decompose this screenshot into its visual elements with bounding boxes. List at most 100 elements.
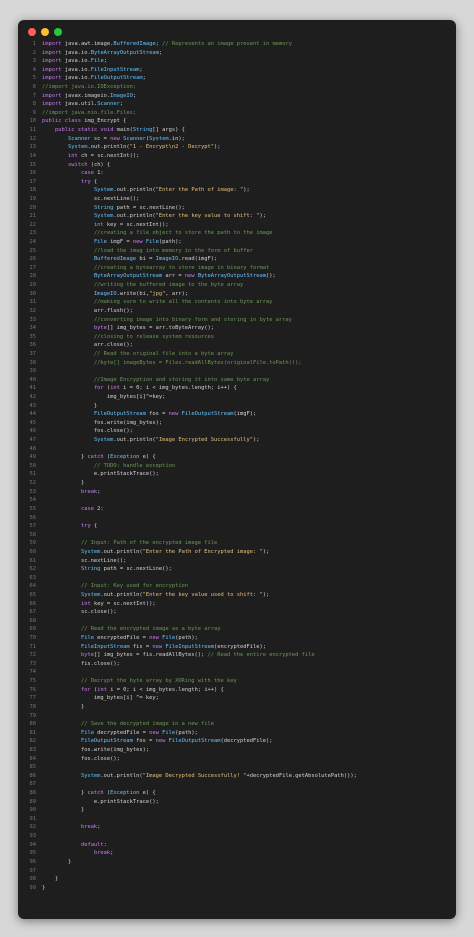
code-line: 98 } xyxy=(18,875,456,884)
line-number: 61 xyxy=(29,557,37,564)
line-number: 86 xyxy=(29,772,37,779)
line-number: 90 xyxy=(29,807,37,814)
code-line: 50 // TODO: handle exception xyxy=(18,462,456,471)
line-number: 34 xyxy=(29,325,37,332)
line-number: 66 xyxy=(29,600,37,607)
code-line: 68 xyxy=(18,617,456,626)
line-text: import javax.imageio.ImageIO; xyxy=(42,92,137,99)
line-number: 51 xyxy=(29,471,37,478)
code-line: 19 sc.nextLine(); xyxy=(18,195,456,204)
minimize-icon[interactable] xyxy=(41,28,49,36)
line-number: 19 xyxy=(29,195,37,202)
code-line: 78 } xyxy=(18,703,456,712)
line-text: sc.close(); xyxy=(42,609,117,616)
line-number: 27 xyxy=(29,264,37,271)
line-number: 79 xyxy=(29,712,37,719)
code-line: 65 System.out.println("Enter the key val… xyxy=(18,591,456,600)
line-text: import java.io.FileOutputStream; xyxy=(42,75,146,82)
line-text: FileOutputStream fos = new FileOutputStr… xyxy=(93,411,257,418)
close-icon[interactable] xyxy=(28,28,36,36)
code-line: 67 sc.close(); xyxy=(18,608,456,617)
line-number: 54 xyxy=(29,497,37,504)
line-text: case 2: xyxy=(80,505,104,512)
line-number: 52 xyxy=(29,480,37,487)
line-text: fos.close(); xyxy=(42,428,133,435)
code-line: 85 xyxy=(18,763,456,772)
line-text: } catch (Exception e) { xyxy=(42,790,156,797)
code-line: 18 System.out.println("Enter the Path of… xyxy=(18,186,456,195)
line-text: Scanner sc = new Scanner(System.in); xyxy=(67,135,185,142)
code-line: 42 img_bytes[i]^=key; xyxy=(18,393,456,402)
line-text: arr.close(); xyxy=(42,342,133,349)
line-number: 83 xyxy=(29,746,37,753)
code-line: 48 xyxy=(18,445,456,454)
line-text: FileInputStream fis = new FileInputStrea… xyxy=(80,643,266,650)
line-text: String path = sc.nextLine(); xyxy=(93,204,185,211)
line-number: 2 xyxy=(32,49,36,56)
code-editor[interactable]: 1 import java.awt.image.BufferedImage; //… xyxy=(18,40,456,919)
code-line: 11 public static void main(String[] args… xyxy=(18,126,456,135)
line-text: public class img_Encrypt { xyxy=(42,118,127,125)
line-number: 91 xyxy=(29,815,37,822)
code-window: 1 import java.awt.image.BufferedImage; //… xyxy=(18,20,456,919)
code-line: 84 fos.close(); xyxy=(18,755,456,764)
maximize-icon[interactable] xyxy=(54,28,62,36)
line-text: //creating a bytearray to store image in… xyxy=(93,264,270,271)
line-text: //import java.nio.file.Files; xyxy=(42,109,137,116)
line-number: 97 xyxy=(29,867,37,874)
line-number: 10 xyxy=(29,118,37,125)
code-line: 92 break; xyxy=(18,823,456,832)
code-line: 12 Scanner sc = new Scanner(System.in); xyxy=(18,135,456,144)
line-text: } xyxy=(42,884,46,891)
line-number: 50 xyxy=(29,462,37,469)
line-number: 85 xyxy=(29,764,37,771)
code-line: 5 import java.io.FileOutputStream; xyxy=(18,74,456,83)
line-text: System.out.println("Enter the key value … xyxy=(93,213,266,220)
line-number: 49 xyxy=(29,454,37,461)
code-line: 86 System.out.println("Image Decrypted S… xyxy=(18,772,456,781)
line-text: // Input: Key used for encryption xyxy=(80,583,189,590)
line-text: arr.flush(); xyxy=(42,307,133,314)
code-line: 77 img_bytes[i] ^= key; xyxy=(18,694,456,703)
line-number: 72 xyxy=(29,652,37,659)
line-text: //converting image into binary form and … xyxy=(93,316,292,323)
code-line: 74 xyxy=(18,668,456,677)
line-number: 14 xyxy=(29,152,37,159)
code-line: 62 String path = sc.nextLine(); xyxy=(18,565,456,574)
line-number: 16 xyxy=(29,170,37,177)
line-number: 71 xyxy=(29,643,37,650)
line-number: 3 xyxy=(32,58,36,65)
line-number: 92 xyxy=(29,824,37,831)
line-number: 38 xyxy=(29,359,37,366)
code-line: 70 File encryptedFile = new File(path); xyxy=(18,634,456,643)
code-line: 34 byte[] img_bytes = arr.toByteArray(); xyxy=(18,324,456,333)
code-line: 58 xyxy=(18,531,456,540)
code-line: 30 ImageIO.write(bi,"jpg", arr); xyxy=(18,290,456,299)
code-line: 59 // Input: Path of the encrypted image… xyxy=(18,539,456,548)
code-line: 17 try { xyxy=(18,178,456,187)
line-text: // Save the decrypted image in a new fil… xyxy=(80,721,215,728)
line-text: //creating a file object to store the pa… xyxy=(93,230,273,237)
line-text: try { xyxy=(80,178,98,185)
line-text: fos.close(); xyxy=(42,755,120,762)
code-line: 28 ByteArrayOutputStream arr = new ByteA… xyxy=(18,272,456,281)
line-number: 57 xyxy=(29,523,37,530)
code-line: 43 } xyxy=(18,402,456,411)
line-number: 30 xyxy=(29,290,37,297)
line-number: 89 xyxy=(29,798,37,805)
line-text: System.out.println("1 - Encrypt\n2 - Dec… xyxy=(67,144,221,151)
code-line: 23 //creating a file object to store the… xyxy=(18,229,456,238)
line-text: for (int i = 0; i < img_bytes.length; i+… xyxy=(93,385,237,392)
line-number: 9 xyxy=(32,109,36,116)
line-text: import java.awt.image.BufferedImage; // … xyxy=(42,41,292,47)
line-number: 36 xyxy=(29,342,37,349)
code-line: 22 int key = sc.nextInt(); xyxy=(18,221,456,230)
line-text: import java.io.File; xyxy=(42,58,107,65)
line-text: public static void main(String[] args) { xyxy=(54,127,185,134)
line-text: String path = sc.nextLine(); xyxy=(80,566,172,573)
line-text: e.printStackTrace(); xyxy=(42,471,159,478)
line-number: 68 xyxy=(29,617,37,624)
code-line: 87 xyxy=(18,780,456,789)
code-line: 45 fos.write(img_bytes); xyxy=(18,419,456,428)
line-text: break; xyxy=(93,850,114,857)
